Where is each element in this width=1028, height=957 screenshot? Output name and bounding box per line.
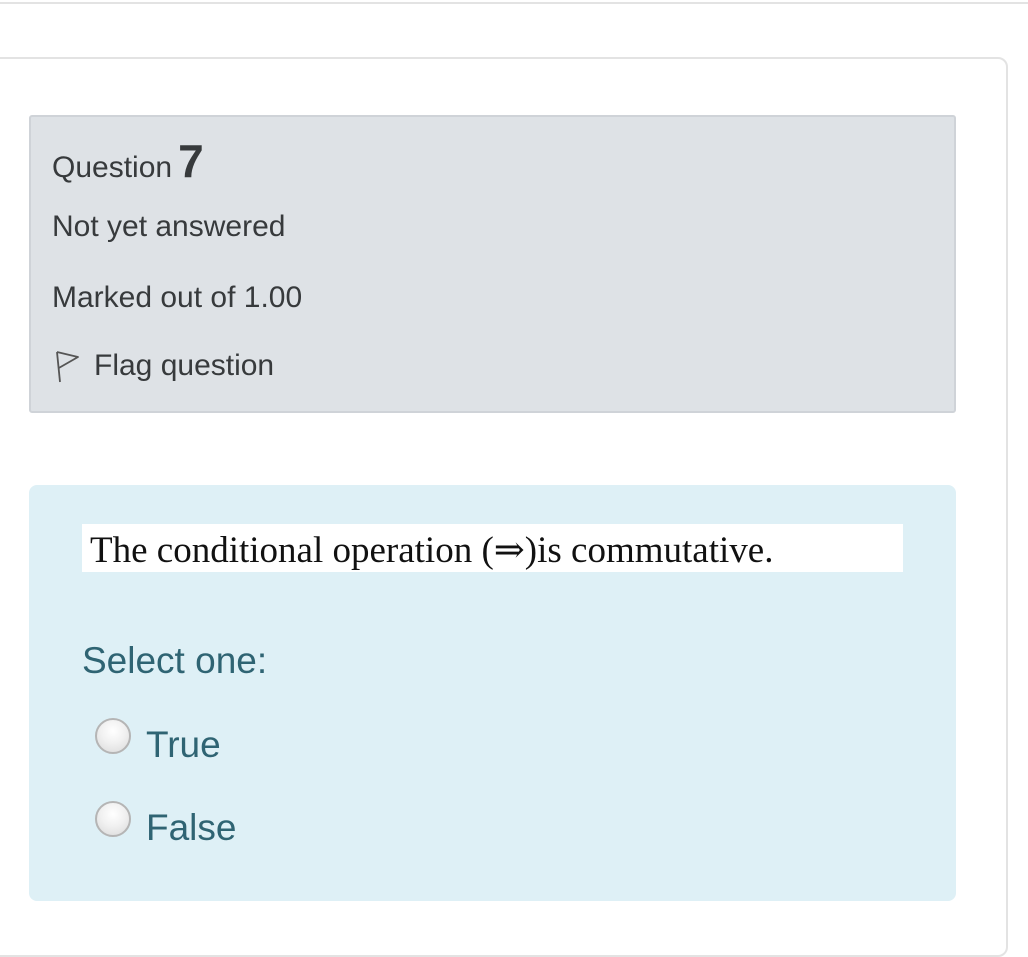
option-false[interactable]: False	[95, 789, 236, 849]
question-text-image: The conditional operation (⇒)is commutat…	[82, 524, 903, 572]
question-text: The conditional operation (⇒)is commutat…	[90, 530, 774, 571]
radio-false[interactable]	[95, 801, 131, 837]
question-number: 7	[178, 135, 204, 187]
option-false-label[interactable]: False	[146, 807, 236, 849]
option-true[interactable]: True	[95, 706, 221, 766]
question-state: Not yet answered	[52, 210, 286, 243]
flag-question-button[interactable]: Flag question	[52, 348, 274, 384]
question-number-heading: Question 7	[52, 134, 204, 188]
question-label: Question	[52, 151, 173, 184]
option-true-label[interactable]: True	[146, 724, 221, 766]
top-divider	[0, 2, 1028, 4]
flag-outline-icon	[56, 351, 79, 383]
question-grade: Marked out of 1.00	[52, 281, 303, 314]
flag-question-label: Flag question	[94, 349, 275, 382]
radio-true[interactable]	[95, 718, 131, 754]
select-one-prompt: Select one:	[82, 640, 268, 681]
